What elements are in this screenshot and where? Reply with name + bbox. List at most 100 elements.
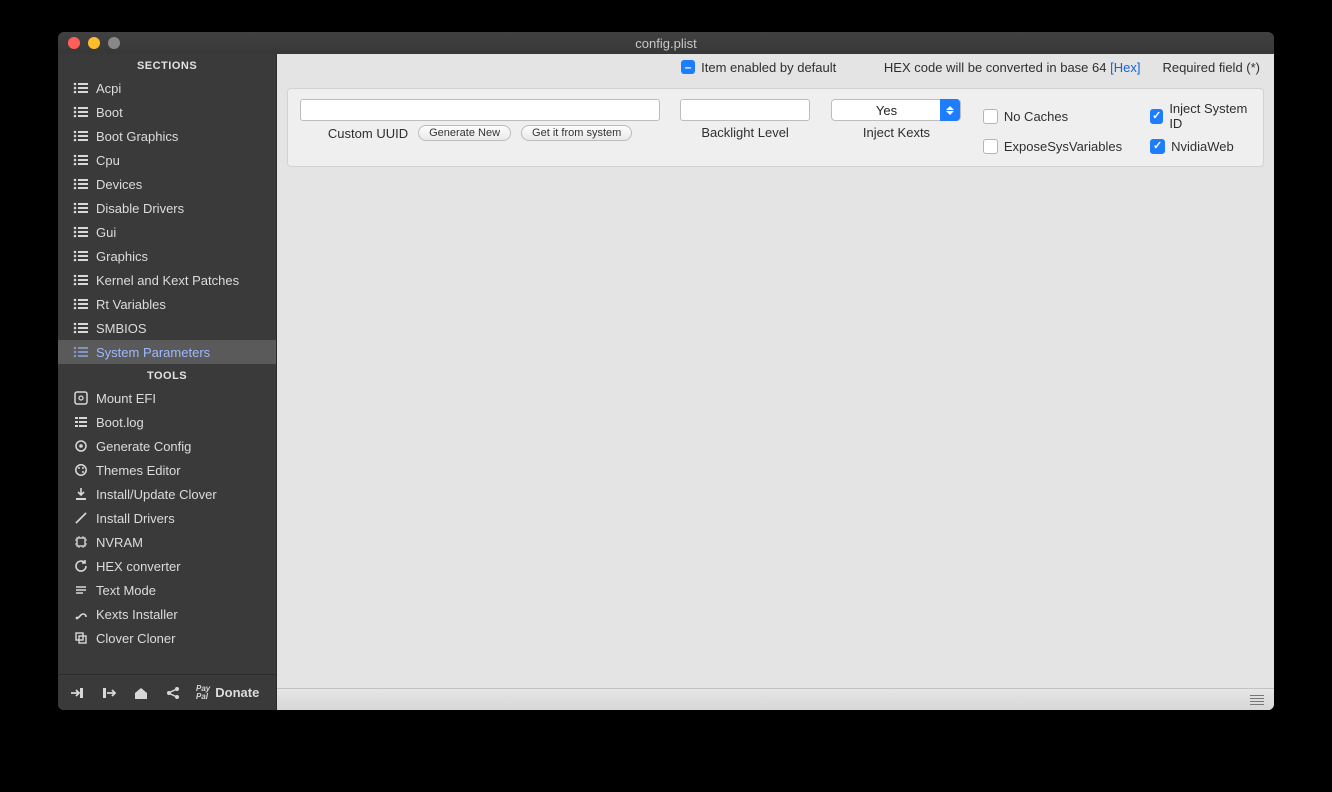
sidebar-item-kernel-kext-patches[interactable]: Kernel and Kext Patches <box>58 268 276 292</box>
sidebar-item-rt-variables[interactable]: Rt Variables <box>58 292 276 316</box>
sidebar-item-smbios[interactable]: SMBIOS <box>58 316 276 340</box>
sidebar-item-label: Cpu <box>96 153 120 168</box>
sidebar-item-system-parameters[interactable]: System Parameters <box>58 340 276 364</box>
close-window-button[interactable] <box>68 37 80 49</box>
sidebar-item-boot-graphics[interactable]: Boot Graphics <box>58 124 276 148</box>
sidebar-item-label: HEX converter <box>96 559 181 574</box>
paypal-icon: PayPal <box>196 685 210 701</box>
checkbox-icon <box>1150 139 1165 154</box>
sidebar-item-label: Graphics <box>96 249 148 264</box>
sidebar-item-label: Install/Update Clover <box>96 487 217 502</box>
hex-link[interactable]: [Hex] <box>1110 60 1140 75</box>
list-icon <box>72 178 90 190</box>
sidebar-item-cpu[interactable]: Cpu <box>58 148 276 172</box>
sidebar-item-disable-drivers[interactable]: Disable Drivers <box>58 196 276 220</box>
nvidia-web-checkbox[interactable]: NvidiaWeb <box>1150 139 1251 154</box>
backlight-level-label: Backlight Level <box>701 125 788 140</box>
sidebar-tools-header: TOOLS <box>58 364 276 386</box>
sidebar-tool-bootlog[interactable]: Boot.log <box>58 410 276 434</box>
checkbox-icon <box>983 109 998 124</box>
sidebar-item-label: Devices <box>96 177 142 192</box>
expose-sys-variables-checkbox[interactable]: ExposeSysVariables <box>983 139 1122 154</box>
checkbox-label: Inject System ID <box>1169 101 1251 131</box>
text-icon <box>72 583 90 597</box>
sidebar-item-label: Kexts Installer <box>96 607 178 622</box>
list-icon <box>72 130 90 142</box>
sidebar-tool-install-drivers[interactable]: Install Drivers <box>58 506 276 530</box>
gear-icon <box>72 439 90 453</box>
sidebar-tool-generate-config[interactable]: Generate Config <box>58 434 276 458</box>
sidebar: SECTIONS Acpi Boot Boot Graphics Cpu Dev… <box>58 54 277 710</box>
default-legend-icon: – <box>681 60 695 74</box>
list-icon <box>72 346 90 358</box>
sidebar-item-gui[interactable]: Gui <box>58 220 276 244</box>
main-content: – Item enabled by default HEX code will … <box>277 54 1274 710</box>
sidebar-tool-mount-efi[interactable]: Mount EFI <box>58 386 276 410</box>
select-arrows-icon <box>940 99 960 121</box>
export-icon[interactable] <box>100 684 118 702</box>
inject-system-id-checkbox[interactable]: Inject System ID <box>1150 101 1251 131</box>
refresh-icon <box>72 559 90 573</box>
sidebar-item-acpi[interactable]: Acpi <box>58 76 276 100</box>
chip-icon <box>72 535 90 549</box>
no-caches-checkbox[interactable]: No Caches <box>983 101 1122 131</box>
sidebar-tool-text-mode[interactable]: Text Mode <box>58 578 276 602</box>
list-icon <box>72 202 90 214</box>
checkbox-label: NvidiaWeb <box>1171 139 1234 154</box>
app-window: config.plist SECTIONS Acpi Boot Boot Gra… <box>58 32 1274 710</box>
disk-icon <box>72 391 90 405</box>
list-icon <box>72 226 90 238</box>
list-icon <box>72 106 90 118</box>
sidebar-tool-hex-converter[interactable]: HEX converter <box>58 554 276 578</box>
list-icon <box>72 298 90 310</box>
list-icon <box>72 274 90 286</box>
checkbox-label: No Caches <box>1004 109 1068 124</box>
inject-kexts-select[interactable]: Yes <box>831 99 961 121</box>
sidebar-item-label: NVRAM <box>96 535 143 550</box>
sidebar-item-label: Boot Graphics <box>96 129 178 144</box>
copy-icon <box>72 631 90 645</box>
sidebar-tool-kexts-installer[interactable]: Kexts Installer <box>58 602 276 626</box>
menu-icon[interactable] <box>1250 695 1264 705</box>
sidebar-tool-themes[interactable]: Themes Editor <box>58 458 276 482</box>
checkbox-icon <box>983 139 998 154</box>
plug-icon <box>72 607 90 621</box>
sidebar-tool-nvram[interactable]: NVRAM <box>58 530 276 554</box>
traffic-lights <box>68 37 120 49</box>
list-icon <box>72 154 90 166</box>
sidebar-item-graphics[interactable]: Graphics <box>58 244 276 268</box>
sidebar-item-label: Boot.log <box>96 415 144 430</box>
list-icon <box>72 82 90 94</box>
sidebar-item-label: Disable Drivers <box>96 201 184 216</box>
get-from-system-button[interactable]: Get it from system <box>521 125 632 141</box>
main-footer <box>277 688 1274 710</box>
info-bar: – Item enabled by default HEX code will … <box>277 54 1274 80</box>
sidebar-item-label: Generate Config <box>96 439 191 454</box>
sidebar-item-label: Boot <box>96 105 123 120</box>
sidebar-item-label: Text Mode <box>96 583 156 598</box>
sidebar-item-label: SMBIOS <box>96 321 147 336</box>
sidebar-tool-clover-cloner[interactable]: Clover Cloner <box>58 626 276 650</box>
sidebar-tool-install-clover[interactable]: Install/Update Clover <box>58 482 276 506</box>
inject-kexts-value: Yes <box>832 103 940 118</box>
window-title: config.plist <box>58 36 1274 51</box>
sidebar-item-devices[interactable]: Devices <box>58 172 276 196</box>
checkbox-grid: No Caches Inject System ID ExposeSysVari… <box>983 101 1251 154</box>
donate-button[interactable]: PayPal Donate <box>196 685 259 701</box>
sidebar-item-label: System Parameters <box>96 345 210 360</box>
generate-new-button[interactable]: Generate New <box>418 125 511 141</box>
minimize-window-button[interactable] <box>88 37 100 49</box>
inject-kexts-label: Inject Kexts <box>863 125 930 140</box>
backlight-level-input[interactable] <box>680 99 810 121</box>
zoom-window-button[interactable] <box>108 37 120 49</box>
custom-uuid-input[interactable] <box>300 99 660 121</box>
sidebar-sections-header: SECTIONS <box>58 54 276 76</box>
home-icon[interactable] <box>132 684 150 702</box>
import-icon[interactable] <box>68 684 86 702</box>
download-icon <box>72 487 90 501</box>
log-icon <box>72 415 90 429</box>
list-icon <box>72 250 90 262</box>
sidebar-item-boot[interactable]: Boot <box>58 100 276 124</box>
share-icon[interactable] <box>164 684 182 702</box>
sidebar-item-label: Install Drivers <box>96 511 175 526</box>
